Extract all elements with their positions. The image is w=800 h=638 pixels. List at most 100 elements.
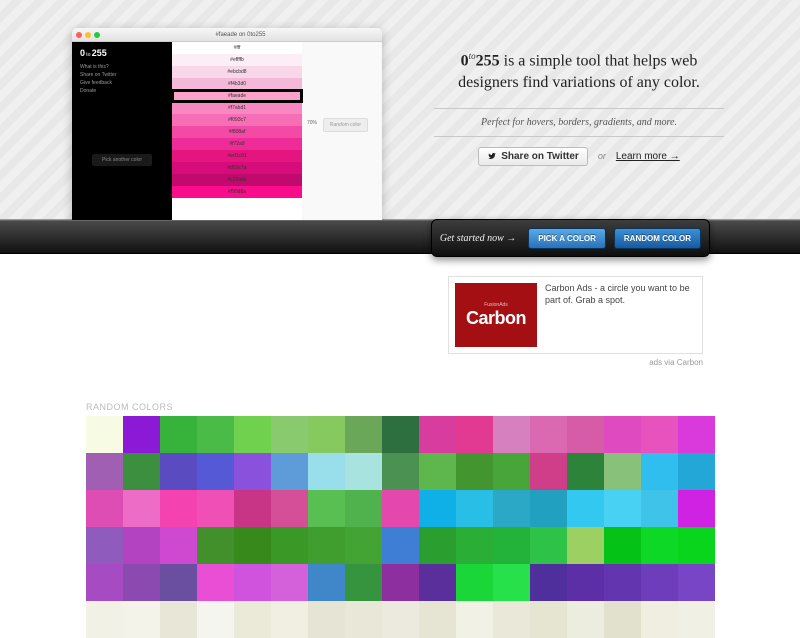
shade-swatch[interactable]: #fff (172, 42, 302, 54)
color-swatch[interactable] (678, 416, 715, 453)
app-nav-link[interactable]: Give feedback (80, 80, 164, 86)
color-swatch[interactable] (271, 416, 308, 453)
learn-more-link[interactable]: Learn more → (616, 151, 680, 162)
app-nav-link[interactable]: Share on Twitter (80, 72, 164, 78)
random-color-mini-button[interactable]: Random color (323, 118, 368, 132)
color-swatch[interactable] (308, 564, 345, 601)
color-swatch[interactable] (123, 416, 160, 453)
color-swatch[interactable] (234, 527, 271, 564)
pick-a-color-button[interactable]: PICK A COLOR (528, 228, 606, 249)
color-swatch[interactable] (530, 564, 567, 601)
color-swatch[interactable] (678, 527, 715, 564)
color-swatch[interactable] (382, 490, 419, 527)
color-swatch[interactable] (197, 564, 234, 601)
color-swatch[interactable] (345, 416, 382, 453)
color-swatch[interactable] (456, 453, 493, 490)
random-color-button[interactable]: RANDOM COLOR (614, 228, 701, 249)
color-swatch[interactable] (160, 564, 197, 601)
shade-swatch[interactable]: #effffb (172, 54, 302, 66)
shade-swatch[interactable]: #faeade (172, 90, 302, 102)
color-swatch[interactable] (271, 564, 308, 601)
color-swatch[interactable] (345, 527, 382, 564)
color-swatch[interactable] (271, 601, 308, 638)
color-swatch[interactable] (419, 527, 456, 564)
color-swatch[interactable] (345, 601, 382, 638)
color-swatch[interactable] (641, 601, 678, 638)
color-swatch[interactable] (567, 453, 604, 490)
color-swatch[interactable] (197, 490, 234, 527)
color-swatch[interactable] (530, 453, 567, 490)
color-swatch[interactable] (419, 601, 456, 638)
color-swatch[interactable] (123, 564, 160, 601)
color-swatch[interactable] (604, 601, 641, 638)
color-swatch[interactable] (160, 453, 197, 490)
color-swatch[interactable] (160, 490, 197, 527)
color-swatch[interactable] (86, 490, 123, 527)
color-swatch[interactable] (234, 601, 271, 638)
shade-swatch[interactable]: #f72a9 (172, 138, 302, 150)
color-swatch[interactable] (419, 453, 456, 490)
color-swatch[interactable] (271, 490, 308, 527)
color-swatch[interactable] (493, 490, 530, 527)
color-swatch[interactable] (308, 453, 345, 490)
color-swatch[interactable] (382, 416, 419, 453)
shade-swatch[interactable]: #f093c7 (172, 114, 302, 126)
color-swatch[interactable] (493, 453, 530, 490)
color-swatch[interactable] (604, 564, 641, 601)
color-swatch[interactable] (456, 527, 493, 564)
color-swatch[interactable] (86, 416, 123, 453)
color-swatch[interactable] (419, 490, 456, 527)
app-nav-link[interactable]: Donate (80, 88, 164, 94)
color-swatch[interactable] (604, 453, 641, 490)
shade-swatch[interactable]: #ed1c91 (172, 150, 302, 162)
color-swatch[interactable] (86, 564, 123, 601)
color-swatch[interactable] (493, 564, 530, 601)
color-swatch[interactable] (419, 416, 456, 453)
color-swatch[interactable] (160, 601, 197, 638)
color-swatch[interactable] (123, 490, 160, 527)
color-swatch[interactable] (604, 416, 641, 453)
color-swatch[interactable] (86, 601, 123, 638)
color-swatch[interactable] (530, 490, 567, 527)
color-swatch[interactable] (308, 601, 345, 638)
color-swatch[interactable] (530, 601, 567, 638)
app-nav-link[interactable]: What is this? (80, 64, 164, 70)
color-swatch[interactable] (567, 527, 604, 564)
color-swatch[interactable] (456, 416, 493, 453)
color-swatch[interactable] (345, 453, 382, 490)
shade-swatch[interactable]: #f7abd1 (172, 102, 302, 114)
shade-swatch[interactable]: #c20a6e (172, 174, 302, 186)
color-swatch[interactable] (197, 416, 234, 453)
color-swatch[interactable] (123, 601, 160, 638)
color-swatch[interactable] (530, 416, 567, 453)
color-swatch[interactable] (197, 453, 234, 490)
color-swatch[interactable] (567, 601, 604, 638)
color-swatch[interactable] (419, 564, 456, 601)
color-swatch[interactable] (567, 490, 604, 527)
color-swatch[interactable] (641, 453, 678, 490)
color-swatch[interactable] (160, 416, 197, 453)
color-swatch[interactable] (123, 527, 160, 564)
color-swatch[interactable] (567, 416, 604, 453)
share-twitter-button[interactable]: Share on Twitter (478, 147, 588, 166)
color-swatch[interactable] (234, 490, 271, 527)
color-swatch[interactable] (493, 416, 530, 453)
color-swatch[interactable] (604, 527, 641, 564)
ad-via-link[interactable]: ads via Carbon (649, 358, 703, 367)
color-swatch[interactable] (382, 527, 419, 564)
color-swatch[interactable] (456, 601, 493, 638)
shade-swatch[interactable]: #f808af (172, 126, 302, 138)
color-swatch[interactable] (678, 601, 715, 638)
color-swatch[interactable] (456, 490, 493, 527)
color-swatch[interactable] (678, 453, 715, 490)
color-swatch[interactable] (678, 564, 715, 601)
color-swatch[interactable] (604, 490, 641, 527)
color-swatch[interactable] (234, 416, 271, 453)
color-swatch[interactable] (271, 453, 308, 490)
color-swatch[interactable] (641, 564, 678, 601)
color-swatch[interactable] (493, 601, 530, 638)
shade-swatch[interactable]: #f90d8a (172, 186, 302, 198)
color-swatch[interactable] (641, 416, 678, 453)
color-swatch[interactable] (197, 527, 234, 564)
color-swatch[interactable] (271, 527, 308, 564)
